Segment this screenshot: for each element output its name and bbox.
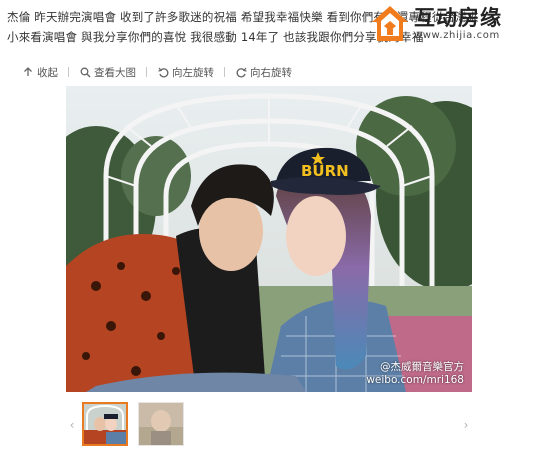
collapse-button[interactable]: 收起 — [22, 65, 69, 80]
next-thumb-arrow-icon[interactable]: › — [460, 408, 472, 442]
watermark-logo: 互动房缘 www.zhijia.com — [370, 2, 540, 46]
thumbnail-strip: ‹ › — [66, 400, 472, 450]
thumbnail-2[interactable] — [138, 402, 184, 446]
rotate-right-label: 向右旋转 — [250, 66, 292, 79]
brand-url: www.zhijia.com — [414, 30, 500, 41]
toolbar-divider — [224, 67, 225, 77]
prev-thumb-arrow-icon[interactable]: ‹ — [66, 408, 78, 442]
toolbar-divider — [68, 67, 69, 77]
thumbnail-1[interactable] — [82, 402, 128, 446]
house-logo-icon — [370, 4, 410, 44]
rotate-left-icon — [157, 66, 169, 78]
rotate-right-button[interactable]: 向右旋转 — [235, 65, 292, 80]
collapse-arrow-icon — [22, 66, 34, 78]
photo-credit: @杰威爾音樂官方 weibo.com/mri168 — [366, 361, 464, 387]
rotate-right-icon — [235, 66, 247, 78]
view-large-label: 查看大图 — [94, 66, 136, 79]
rotate-left-label: 向左旋转 — [172, 66, 214, 79]
view-large-button[interactable]: 查看大图 — [79, 65, 147, 80]
credit-handle: @杰威爾音樂官方 — [380, 361, 464, 373]
credit-url: weibo.com/mri168 — [366, 374, 464, 386]
rotate-left-button[interactable]: 向左旋转 — [157, 65, 225, 80]
image-toolbar: 收起 查看大图 向左旋转 向右旋转 — [22, 63, 302, 81]
zoom-icon — [79, 66, 91, 78]
photo-scene: BURN — [66, 86, 472, 392]
main-photo[interactable]: BURN @杰威爾音樂官方 weibo.com/mri168 — [66, 86, 472, 392]
cap-text: BURN — [301, 162, 349, 180]
collapse-label: 收起 — [37, 66, 58, 79]
brand-name: 互动房缘 — [414, 6, 502, 30]
toolbar-divider — [146, 67, 147, 77]
